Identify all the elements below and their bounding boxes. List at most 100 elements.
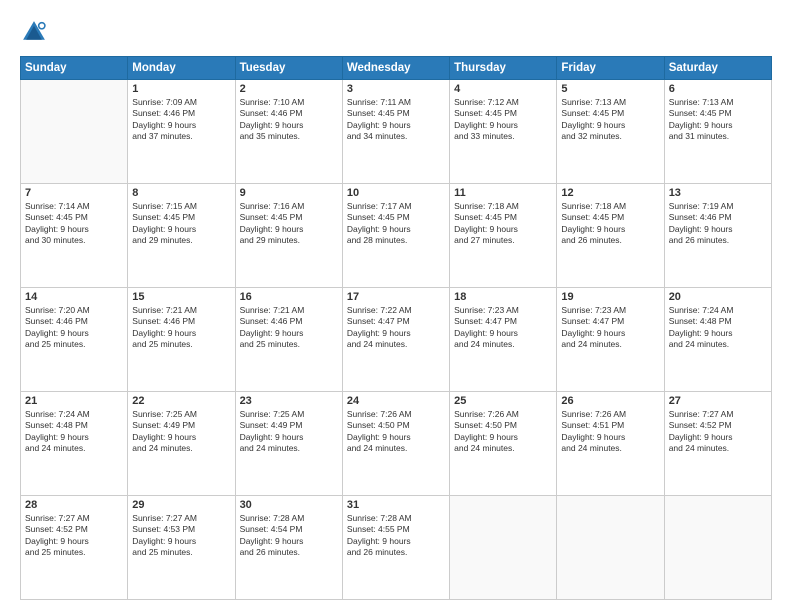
day-number: 22 [132,395,230,407]
calendar-cell: 20 Sunrise: 7:24 AM Sunset: 4:48 PM Dayli… [664,288,771,392]
cell-info: Sunrise: 7:18 AM Sunset: 4:45 PM Dayligh… [561,201,659,247]
cell-info: Sunrise: 7:24 AM Sunset: 4:48 PM Dayligh… [669,305,767,351]
day-number: 31 [347,499,445,511]
cell-info: Sunrise: 7:14 AM Sunset: 4:45 PM Dayligh… [25,201,123,247]
cell-info: Sunrise: 7:13 AM Sunset: 4:45 PM Dayligh… [669,97,767,143]
calendar-cell: 31 Sunrise: 7:28 AM Sunset: 4:55 PM Dayli… [342,496,449,600]
calendar-cell: 28Sunrise: 7:27 AM Sunset: 4:52 PM Dayli… [21,496,128,600]
cell-info: Sunrise: 7:23 AM Sunset: 4:47 PM Dayligh… [454,305,552,351]
calendar-cell: 24 Sunrise: 7:26 AM Sunset: 4:50 PM Dayli… [342,392,449,496]
calendar-cell: 19 Sunrise: 7:23 AM Sunset: 4:47 PM Dayli… [557,288,664,392]
calendar-cell: 9 Sunrise: 7:16 AM Sunset: 4:45 PM Daylig… [235,184,342,288]
week-row-2: 7 Sunrise: 7:14 AM Sunset: 4:45 PM Daylig… [21,184,772,288]
calendar-cell: 10Sunrise: 7:17 AM Sunset: 4:45 PM Dayli… [342,184,449,288]
cell-info: Sunrise: 7:26 AM Sunset: 4:50 PM Dayligh… [347,409,445,455]
calendar-cell: 15 Sunrise: 7:21 AM Sunset: 4:46 PM Dayli… [128,288,235,392]
col-header-monday: Monday [128,57,235,80]
col-header-saturday: Saturday [664,57,771,80]
calendar-cell [664,496,771,600]
day-number: 27 [669,395,767,407]
day-number: 1 [132,83,230,95]
day-number: 14 [25,291,123,303]
day-number: 24 [347,395,445,407]
day-number: 9 [240,187,338,199]
day-number: 30 [240,499,338,511]
cell-info: Sunrise: 7:27 AM Sunset: 4:52 PM Dayligh… [25,513,123,559]
cell-info: Sunrise: 7:24 AM Sunset: 4:48 PM Dayligh… [25,409,123,455]
day-number: 17 [347,291,445,303]
col-header-sunday: Sunday [21,57,128,80]
calendar-cell [450,496,557,600]
calendar-cell: 11 Sunrise: 7:18 AM Sunset: 4:45 PM Dayli… [450,184,557,288]
day-number: 3 [347,83,445,95]
week-row-5: 28Sunrise: 7:27 AM Sunset: 4:52 PM Dayli… [21,496,772,600]
col-header-thursday: Thursday [450,57,557,80]
day-number: 18 [454,291,552,303]
week-row-1: 1 Sunrise: 7:09 AM Sunset: 4:46 PM Daylig… [21,80,772,184]
calendar-cell: 4Sunrise: 7:12 AM Sunset: 4:45 PM Daylig… [450,80,557,184]
logo [20,18,52,46]
cell-info: Sunrise: 7:27 AM Sunset: 4:52 PM Dayligh… [669,409,767,455]
calendar-cell: 3 Sunrise: 7:11 AM Sunset: 4:45 PM Daylig… [342,80,449,184]
logo-icon [20,18,48,46]
cell-info: Sunrise: 7:12 AM Sunset: 4:45 PM Dayligh… [454,97,552,143]
header-row: SundayMondayTuesdayWednesdayThursdayFrid… [21,57,772,80]
cell-info: Sunrise: 7:11 AM Sunset: 4:45 PM Dayligh… [347,97,445,143]
day-number: 19 [561,291,659,303]
day-number: 26 [561,395,659,407]
calendar-cell: 30 Sunrise: 7:28 AM Sunset: 4:54 PM Dayli… [235,496,342,600]
page: SundayMondayTuesdayWednesdayThursdayFrid… [0,0,792,612]
day-number: 8 [132,187,230,199]
cell-info: Sunrise: 7:28 AM Sunset: 4:55 PM Dayligh… [347,513,445,559]
calendar-cell: 16 Sunrise: 7:21 AM Sunset: 4:46 PM Dayli… [235,288,342,392]
header [20,18,772,46]
col-header-tuesday: Tuesday [235,57,342,80]
day-number: 15 [132,291,230,303]
calendar-cell: 12 Sunrise: 7:18 AM Sunset: 4:45 PM Dayli… [557,184,664,288]
calendar-cell: 26 Sunrise: 7:26 AM Sunset: 4:51 PM Dayli… [557,392,664,496]
day-number: 7 [25,187,123,199]
week-row-3: 14 Sunrise: 7:20 AM Sunset: 4:46 PM Dayli… [21,288,772,392]
cell-info: Sunrise: 7:19 AM Sunset: 4:46 PM Dayligh… [669,201,767,247]
calendar-cell: 27 Sunrise: 7:27 AM Sunset: 4:52 PM Dayli… [664,392,771,496]
cell-info: Sunrise: 7:09 AM Sunset: 4:46 PM Dayligh… [132,97,230,143]
day-number: 20 [669,291,767,303]
cell-info: Sunrise: 7:27 AM Sunset: 4:53 PM Dayligh… [132,513,230,559]
cell-info: Sunrise: 7:28 AM Sunset: 4:54 PM Dayligh… [240,513,338,559]
cell-info: Sunrise: 7:10 AM Sunset: 4:46 PM Dayligh… [240,97,338,143]
calendar-cell: 22Sunrise: 7:25 AM Sunset: 4:49 PM Dayli… [128,392,235,496]
calendar-cell: 13Sunrise: 7:19 AM Sunset: 4:46 PM Dayli… [664,184,771,288]
day-number: 6 [669,83,767,95]
calendar-cell: 7 Sunrise: 7:14 AM Sunset: 4:45 PM Daylig… [21,184,128,288]
col-header-wednesday: Wednesday [342,57,449,80]
cell-info: Sunrise: 7:23 AM Sunset: 4:47 PM Dayligh… [561,305,659,351]
calendar-cell: 23 Sunrise: 7:25 AM Sunset: 4:49 PM Dayli… [235,392,342,496]
cell-info: Sunrise: 7:26 AM Sunset: 4:51 PM Dayligh… [561,409,659,455]
cell-info: Sunrise: 7:21 AM Sunset: 4:46 PM Dayligh… [132,305,230,351]
calendar-cell: 8 Sunrise: 7:15 AM Sunset: 4:45 PM Daylig… [128,184,235,288]
day-number: 21 [25,395,123,407]
calendar-cell [557,496,664,600]
calendar-cell: 6 Sunrise: 7:13 AM Sunset: 4:45 PM Daylig… [664,80,771,184]
calendar-cell: 17 Sunrise: 7:22 AM Sunset: 4:47 PM Dayli… [342,288,449,392]
day-number: 2 [240,83,338,95]
day-number: 16 [240,291,338,303]
cell-info: Sunrise: 7:16 AM Sunset: 4:45 PM Dayligh… [240,201,338,247]
calendar-cell [21,80,128,184]
cell-info: Sunrise: 7:15 AM Sunset: 4:45 PM Dayligh… [132,201,230,247]
cell-info: Sunrise: 7:25 AM Sunset: 4:49 PM Dayligh… [240,409,338,455]
day-number: 12 [561,187,659,199]
cell-info: Sunrise: 7:20 AM Sunset: 4:46 PM Dayligh… [25,305,123,351]
calendar-cell: 29Sunrise: 7:27 AM Sunset: 4:53 PM Dayli… [128,496,235,600]
cell-info: Sunrise: 7:18 AM Sunset: 4:45 PM Dayligh… [454,201,552,247]
cell-info: Sunrise: 7:21 AM Sunset: 4:46 PM Dayligh… [240,305,338,351]
week-row-4: 21 Sunrise: 7:24 AM Sunset: 4:48 PM Dayli… [21,392,772,496]
calendar-table: SundayMondayTuesdayWednesdayThursdayFrid… [20,56,772,600]
calendar-cell: 25Sunrise: 7:26 AM Sunset: 4:50 PM Dayli… [450,392,557,496]
cell-info: Sunrise: 7:22 AM Sunset: 4:47 PM Dayligh… [347,305,445,351]
day-number: 23 [240,395,338,407]
day-number: 5 [561,83,659,95]
calendar-cell: 1 Sunrise: 7:09 AM Sunset: 4:46 PM Daylig… [128,80,235,184]
day-number: 11 [454,187,552,199]
calendar-cell: 21 Sunrise: 7:24 AM Sunset: 4:48 PM Dayli… [21,392,128,496]
